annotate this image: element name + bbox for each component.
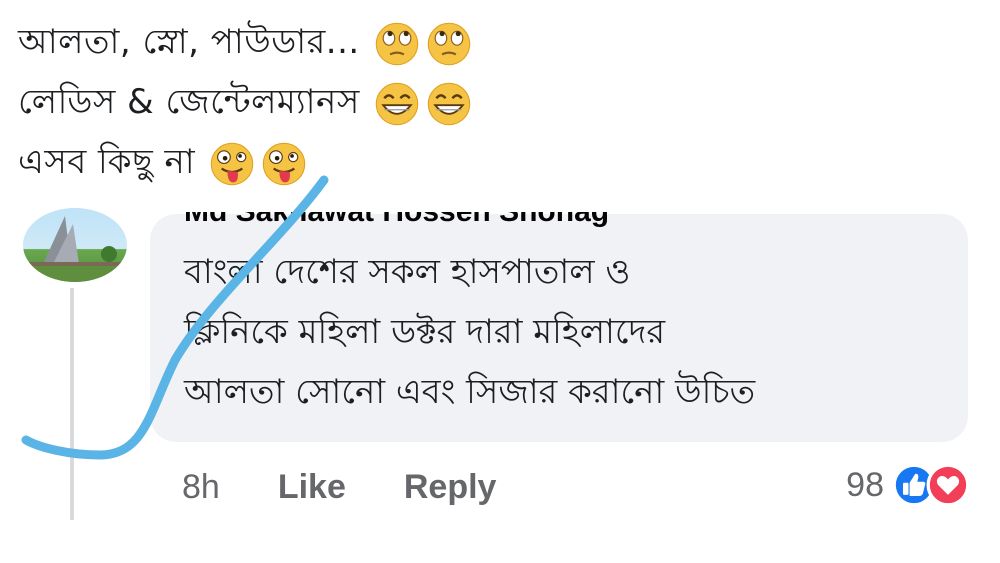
like-button[interactable]: Like — [278, 468, 346, 507]
eye-roll-emoji-icon — [427, 22, 470, 66]
comment-line-3: এসব কিছু না — [18, 134, 472, 194]
comment-line-text: এসব কিছু না — [18, 141, 196, 182]
comment-line-2: লেডিস & জেন্টেলম্যানস — [18, 74, 472, 134]
grin-emoji-icon — [427, 82, 471, 126]
reaction-count: 98 — [846, 465, 884, 504]
reply-line: বাংলা দেশের সকল হাসপাতাল ও — [184, 252, 631, 292]
timestamp[interactable]: 8h — [182, 468, 220, 507]
comment-line-text: আলতা, স্নো, পাউডার... — [18, 21, 360, 62]
reply-button[interactable]: Reply — [404, 468, 497, 507]
comment-line-1: আলতা, স্নো, পাউডার... — [18, 14, 472, 74]
reply-line: আলতা সোনো এবং সিজার করানো উচিত — [184, 372, 756, 412]
author-name[interactable]: Md Sakhawat Hossen Shohag — [184, 212, 609, 232]
tongue-wink-emoji-icon — [210, 142, 254, 186]
reply-comment-text: বাংলা দেশের সকল হাসপাতাল ও ক্লিনিকে মহিল… — [184, 242, 948, 422]
comment-line-text: লেডিস & জেন্টেলম্যানস — [18, 81, 360, 122]
reply-comment-bubble: Md Sakhawat Hossen Shohag বাংলা দেশের সক… — [150, 212, 968, 442]
top-comment: আলতা, স্নো, পাউডার... লেডিস & জেন্টেলম্য… — [18, 14, 472, 194]
eye-roll-emoji-icon — [375, 22, 418, 66]
reply-line: ক্লিনিকে মহিলা ডক্টর দারা মহিলাদের — [184, 312, 666, 352]
monument-image — [23, 216, 127, 282]
grin-emoji-icon — [375, 82, 419, 126]
tongue-wink-emoji-icon — [262, 142, 306, 186]
love-reaction-icon — [926, 463, 970, 507]
avatar[interactable] — [23, 208, 127, 282]
comment-actions: 8h Like Reply — [182, 462, 496, 512]
thread-line — [70, 288, 74, 520]
reaction-summary[interactable]: 98 — [846, 460, 970, 510]
